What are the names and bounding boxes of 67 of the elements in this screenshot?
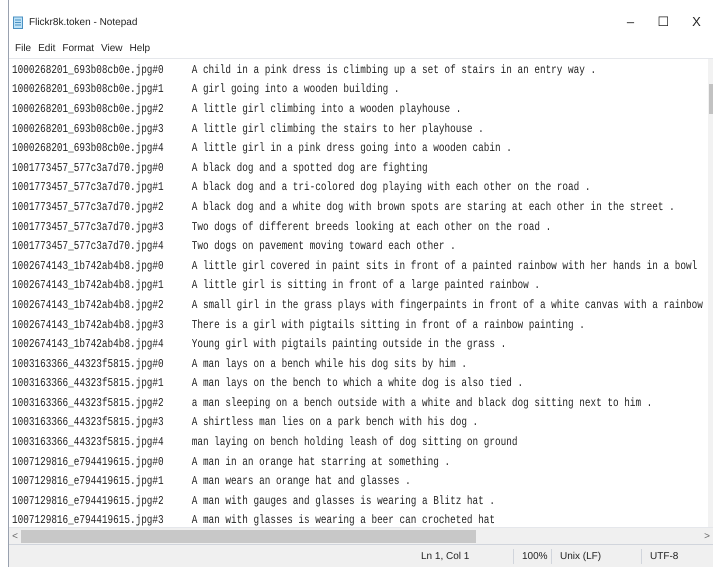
caption-text: A black dog and a tri-colored dog playing with each other on the road .	[192, 179, 591, 196]
caption-text: A girl going into a wooden building .	[192, 81, 400, 98]
caption-text: A man with glasses is wearing a beer can crocheted hat	[192, 512, 496, 527]
menu-item[interactable]: Edit	[35, 40, 58, 56]
maximize-button[interactable]: ☐	[647, 12, 680, 32]
scroll-right-arrow[interactable]: >	[701, 528, 713, 544]
caption-text: A man lays on the bench to which a white dog is also tied .	[192, 375, 524, 392]
image-filename: 1003163366_44323f5815.jpg#4	[12, 434, 165, 452]
caption-text: A little girl climbing the stairs to her playhouse .	[192, 120, 484, 138]
image-filename: 1000268201_693b08cb0e.jpg#2	[12, 100, 165, 118]
image-filename: 1003163366_44323f5815.jpg#0	[12, 356, 165, 373]
caption-text: A shirtless man lies on a park bench with his dog .	[192, 414, 478, 432]
image-filename: 1007129816_e794419615.jpg#3	[12, 512, 165, 527]
window-title: Flickr8k.token - Notepad	[29, 16, 138, 30]
caption-text: A little girl is sitting in front of a large painted rainbow .	[192, 277, 540, 294]
image-filename: 1000268201_693b08cb0e.jpg#4	[12, 140, 165, 158]
image-filename: 1002674143_1b742ab4b8.jpg#1	[12, 277, 165, 294]
image-filename: 1000268201_693b08cb0e.jpg#1	[12, 81, 165, 98]
scroll-left-arrow[interactable]: <	[9, 528, 21, 544]
menu-item[interactable]: Help	[126, 40, 154, 56]
caption-text: A black dog and a spotted dog are fighting	[192, 160, 428, 177]
menu-item[interactable]: Format	[59, 40, 98, 56]
image-filename: 1003163366_44323f5815.jpg#1	[12, 375, 165, 392]
cursor-position: Ln 1, Col 1	[421, 550, 470, 564]
image-filename: 1003163366_44323f5815.jpg#2	[12, 394, 165, 412]
caption-text: man laying on bench holding leash of dog sitting on ground	[192, 434, 518, 452]
image-filename: 1002674143_1b742ab4b8.jpg#0	[12, 258, 165, 275]
caption-text: Two dogs on pavement moving toward each other .	[192, 238, 456, 256]
caption-text: Two dogs of different breeds looking at each other on the road .	[192, 218, 552, 236]
caption-text: A man with gauges and glasses is wearing a Blitz hat .	[192, 492, 496, 510]
caption-text: a man sleeping on a bench outside with a white and black dog sitting next to him .	[192, 394, 652, 412]
image-filename: 1001773457_577c3a7d70.jpg#0	[12, 160, 165, 177]
caption-text: A black dog and a white dog with brown spots are staring at each other in the street .	[192, 198, 675, 216]
image-filename: 1001773457_577c3a7d70.jpg#1	[12, 179, 165, 196]
scrollbar-thumb[interactable]	[709, 84, 713, 114]
minimize-button[interactable]: –	[614, 12, 647, 32]
zoom-level: 100%	[513, 548, 551, 564]
image-filename: 1000268201_693b08cb0e.jpg#3	[12, 120, 165, 138]
image-filename: 1007129816_e794419615.jpg#1	[12, 473, 165, 490]
image-filename: 1001773457_577c3a7d70.jpg#3	[12, 218, 165, 236]
caption-text: A little girl covered in paint sits in front of a painted rainbow with her hands in a bowl	[192, 258, 698, 275]
image-filename: 1002674143_1b742ab4b8.jpg#2	[12, 296, 165, 314]
caption-text: A man wears an orange hat and glasses .	[192, 473, 411, 490]
image-filename: 1001773457_577c3a7d70.jpg#2	[12, 198, 165, 216]
menu-item[interactable]: File	[12, 40, 34, 56]
menu-item[interactable]: View	[98, 40, 126, 56]
image-filename: 1007129816_e794419615.jpg#2	[12, 492, 165, 510]
caption-text: Young girl with pigtails painting outside in the grass .	[192, 336, 506, 354]
image-filename: 1002674143_1b742ab4b8.jpg#4	[12, 336, 165, 354]
close-button[interactable]: X	[680, 12, 713, 32]
caption-text: A small girl in the grass plays with fingerpaints in front of a white canvas with a rainbow	[192, 296, 703, 314]
image-filename: 1000268201_693b08cb0e.jpg#0	[12, 62, 165, 79]
caption-text: There is a girl with pigtails sitting in front of a rainbow painting .	[192, 316, 585, 334]
horizontal-scrollbar[interactable]: < >	[9, 527, 713, 544]
caption-text: A little girl in a pink dress going into a wooden cabin .	[192, 140, 512, 158]
image-filename: 1001773457_577c3a7d70.jpg#4	[12, 238, 165, 256]
caption-text: A man lays on a bench while his dog sits by him .	[192, 356, 467, 373]
image-filename: 1003163366_44323f5815.jpg#3	[12, 414, 165, 432]
caption-text: A child in a pink dress is climbing up a set of stairs in an entry way .	[192, 62, 596, 79]
image-filename: 1007129816_e794419615.jpg#0	[12, 454, 165, 471]
scrollbar-thumb[interactable]	[21, 530, 476, 542]
caption-text: A man in an orange hat starring at something .	[192, 454, 450, 471]
notepad-icon	[13, 16, 23, 28]
caption-text: A little girl climbing into a wooden playhouse .	[192, 100, 462, 118]
encoding: UTF-8	[641, 548, 678, 564]
image-filename: 1002674143_1b742ab4b8.jpg#3	[12, 316, 165, 334]
line-ending: Unix (LF)	[551, 548, 641, 564]
